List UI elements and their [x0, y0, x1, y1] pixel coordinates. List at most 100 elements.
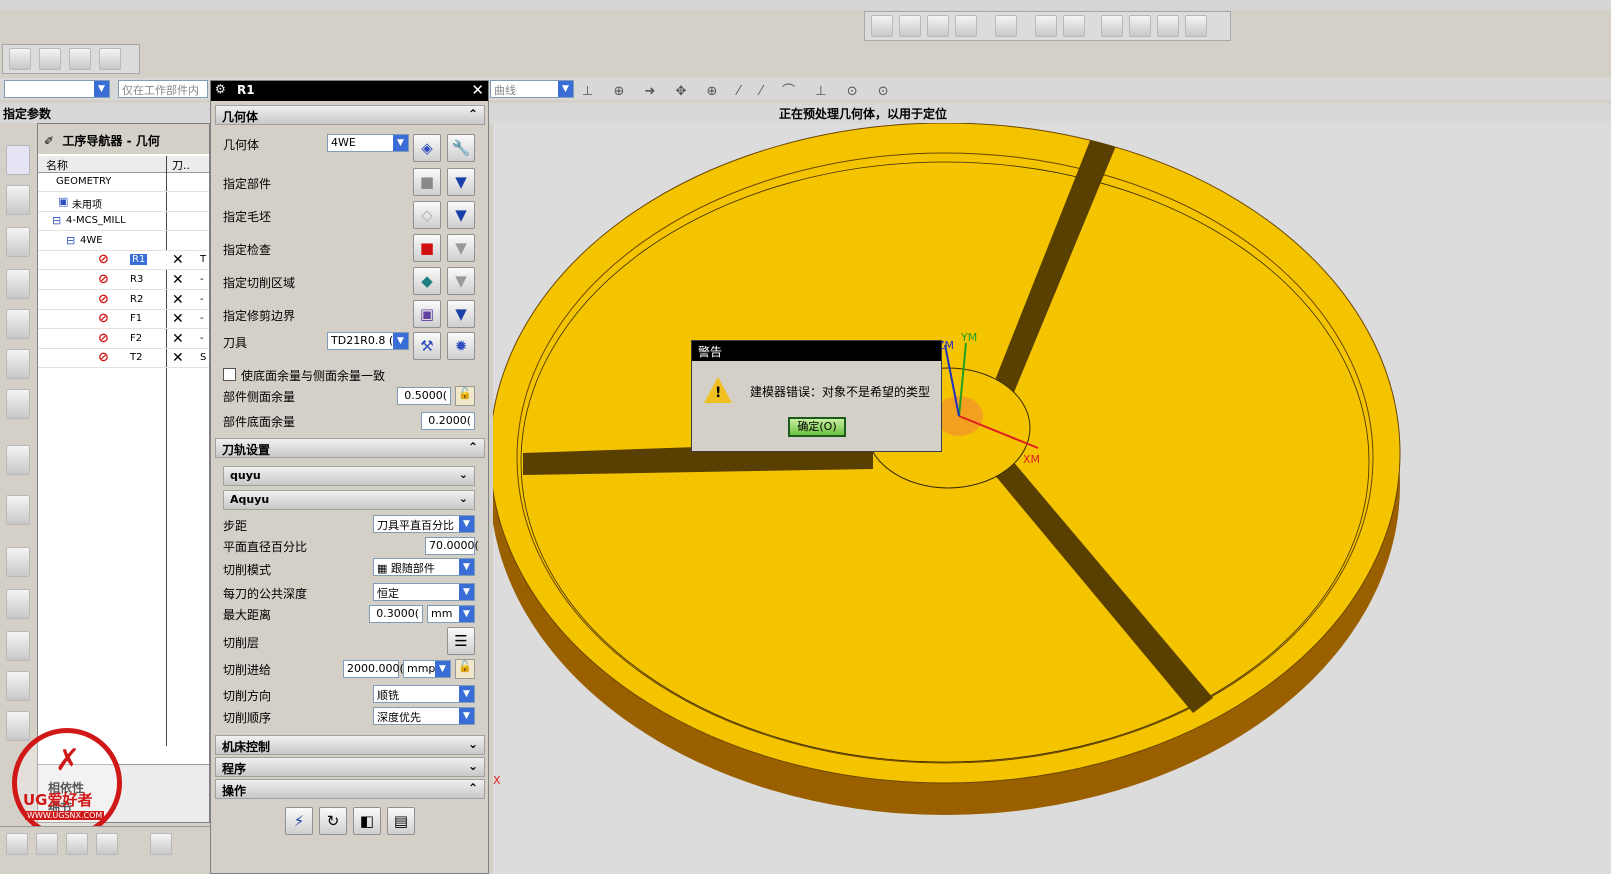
- palette-icon[interactable]: [6, 631, 30, 661]
- chevron-down-icon[interactable]: ⌄: [468, 759, 478, 773]
- table-row[interactable]: GEOMETRY: [38, 173, 209, 192]
- library-icon[interactable]: [6, 389, 30, 419]
- toolbar-btn[interactable]: [1129, 15, 1151, 37]
- edit-tool-button[interactable]: ✹: [447, 332, 475, 360]
- edit-geometry-button[interactable]: 🔧: [447, 134, 475, 162]
- toolbar-btn[interactable]: [955, 15, 977, 37]
- blank-select-button[interactable]: ◇: [413, 201, 441, 229]
- toolbar-btn[interactable]: [927, 15, 949, 37]
- method-combo-1[interactable]: quyu ⌄: [223, 466, 475, 486]
- feed-field[interactable]: 2000.000(: [343, 660, 404, 678]
- order-combo[interactable]: 深度优先 ▼: [373, 707, 475, 725]
- scope-combo[interactable]: 仅在工作部件内: [118, 80, 208, 98]
- floor-stock-field[interactable]: 0.2000(: [421, 412, 475, 430]
- toolbar-btn[interactable]: [39, 48, 61, 70]
- method-combo-2[interactable]: Aquyu ⌄: [223, 490, 475, 510]
- assembly-nav-icon[interactable]: [6, 145, 30, 175]
- geometry-section-header[interactable]: 几何体 ⌃: [215, 105, 485, 125]
- toolbar-btn[interactable]: [995, 15, 1017, 37]
- table-row[interactable]: F1 ⊘ ✕ -: [38, 310, 209, 330]
- toolbar-btn[interactable]: [69, 48, 91, 70]
- part-select-button[interactable]: ■: [413, 168, 441, 196]
- snap-combo[interactable]: 曲线 ▼: [490, 80, 574, 98]
- chevron-down-icon[interactable]: ⌄: [459, 492, 468, 505]
- side-stock-field[interactable]: 0.5000(: [397, 387, 451, 405]
- new-tool-button[interactable]: ⚒: [413, 332, 441, 360]
- depth-combo[interactable]: 恒定 ▼: [373, 583, 475, 601]
- toolbar-btn[interactable]: [99, 48, 121, 70]
- table-row[interactable]: 4-MCS_MILL ⊟: [38, 212, 209, 232]
- table-row[interactable]: R2 ⊘ ✕ -: [38, 291, 209, 310]
- table-row[interactable]: T2 ⊘ ✕ S: [38, 349, 209, 369]
- toolbar-btn[interactable]: [6, 833, 28, 855]
- ops-section-header[interactable]: 操作 ⌃: [215, 779, 485, 799]
- machine-nav-icon[interactable]: [6, 309, 30, 339]
- toolbar-btn[interactable]: [36, 833, 58, 855]
- generate-button[interactable]: ⚡: [285, 807, 313, 835]
- new-geometry-button[interactable]: ◈: [413, 134, 441, 162]
- verify-button[interactable]: ◧: [353, 807, 381, 835]
- toolbar-btn[interactable]: [96, 833, 118, 855]
- trim-select-button[interactable]: ▣: [413, 300, 441, 328]
- roles-icon[interactable]: [6, 671, 30, 701]
- toolbar-btn[interactable]: [66, 833, 88, 855]
- toolbar-btn[interactable]: [1063, 15, 1085, 37]
- constraint-nav-icon[interactable]: [6, 185, 30, 215]
- col-name[interactable]: 名称: [46, 157, 68, 173]
- operation-nav-icon[interactable]: [6, 269, 30, 299]
- maxdist-unit[interactable]: mm ▼: [427, 605, 475, 623]
- pattern-combo[interactable]: ▦ 跟随部件 ▼: [373, 558, 475, 576]
- percent-field[interactable]: 70.0000(: [425, 537, 479, 555]
- check-select-button[interactable]: ■: [413, 234, 441, 262]
- history-icon[interactable]: [6, 547, 30, 577]
- col-tool[interactable]: 刀..: [172, 157, 190, 173]
- type-filter-combo[interactable]: ▼: [4, 80, 110, 98]
- geometry-combo[interactable]: 4WE ▼: [327, 134, 409, 152]
- part-nav-icon[interactable]: [6, 227, 30, 257]
- collapse-icon[interactable]: ⌃: [468, 107, 478, 121]
- collapse-icon[interactable]: ⌃: [468, 440, 478, 454]
- check-flashlight-icon[interactable]: ▼: [447, 234, 475, 262]
- part-flashlight-icon[interactable]: ▼: [447, 168, 475, 196]
- toolbar-btn[interactable]: [9, 48, 31, 70]
- process-icon[interactable]: [6, 589, 30, 619]
- info-icon[interactable]: [6, 445, 30, 475]
- toolbar-btn[interactable]: [1101, 15, 1123, 37]
- reuse-library-icon[interactable]: [6, 349, 30, 379]
- snap-icons[interactable]: ⊥ ⊕ ➜ ✥ ⊕ ⁄ ⁄ ⌒ ⊥ ⊙ ⊙ ＋ ⁄ ◆ ▦: [582, 80, 922, 118]
- table-row[interactable]: F2 ⊘ ✕ -: [38, 330, 209, 349]
- graphics-viewport[interactable]: YM XM ZM X: [493, 123, 1611, 874]
- machine-section-header[interactable]: 机床控制 ⌄: [215, 735, 485, 755]
- close-icon[interactable]: ✕: [471, 81, 484, 99]
- toolbar-btn[interactable]: [871, 15, 893, 37]
- gear-icon[interactable]: ⚙: [215, 82, 226, 96]
- lock-icon[interactable]: 🔓: [455, 386, 475, 406]
- cut-levels-button[interactable]: ☰: [447, 627, 475, 655]
- pin-icon[interactable]: ✐: [44, 134, 54, 148]
- direction-combo[interactable]: 顺铣 ▼: [373, 685, 475, 703]
- table-row[interactable]: 4WE ⊟: [38, 232, 209, 251]
- feed-lock-icon[interactable]: 🔓: [455, 659, 475, 679]
- toolbar-btn[interactable]: [1185, 15, 1207, 37]
- maxdist-field[interactable]: 0.3000(: [369, 605, 423, 623]
- blank-flashlight-icon[interactable]: ▼: [447, 201, 475, 229]
- trim-flashlight-icon[interactable]: ▼: [447, 300, 475, 328]
- feed-unit[interactable]: mmpm ▼: [403, 660, 451, 678]
- toolbar-btn[interactable]: [899, 15, 921, 37]
- collapse-icon[interactable]: ⌃: [468, 781, 478, 795]
- chevron-down-icon[interactable]: ⌄: [459, 468, 468, 481]
- web-icon[interactable]: [6, 495, 30, 525]
- toolbar-btn[interactable]: [150, 833, 172, 855]
- ok-button[interactable]: 确定(O): [788, 417, 846, 437]
- stepover-combo[interactable]: 刀具平直百分比 ▼: [373, 515, 475, 533]
- program-section-header[interactable]: 程序 ⌄: [215, 757, 485, 777]
- replay-button[interactable]: ↻: [319, 807, 347, 835]
- list-button[interactable]: ▤: [387, 807, 415, 835]
- toolbar-btn[interactable]: [1035, 15, 1057, 37]
- chevron-down-icon[interactable]: ⌄: [468, 737, 478, 751]
- stock-checkbox[interactable]: [223, 368, 236, 381]
- path-section-header[interactable]: 刀轨设置 ⌃: [215, 438, 485, 458]
- tool-combo[interactable]: TD21R0.8 (▼: [327, 332, 409, 350]
- toolbar-btn[interactable]: [1157, 15, 1179, 37]
- table-row[interactable]: 未用项 ▣: [38, 193, 209, 212]
